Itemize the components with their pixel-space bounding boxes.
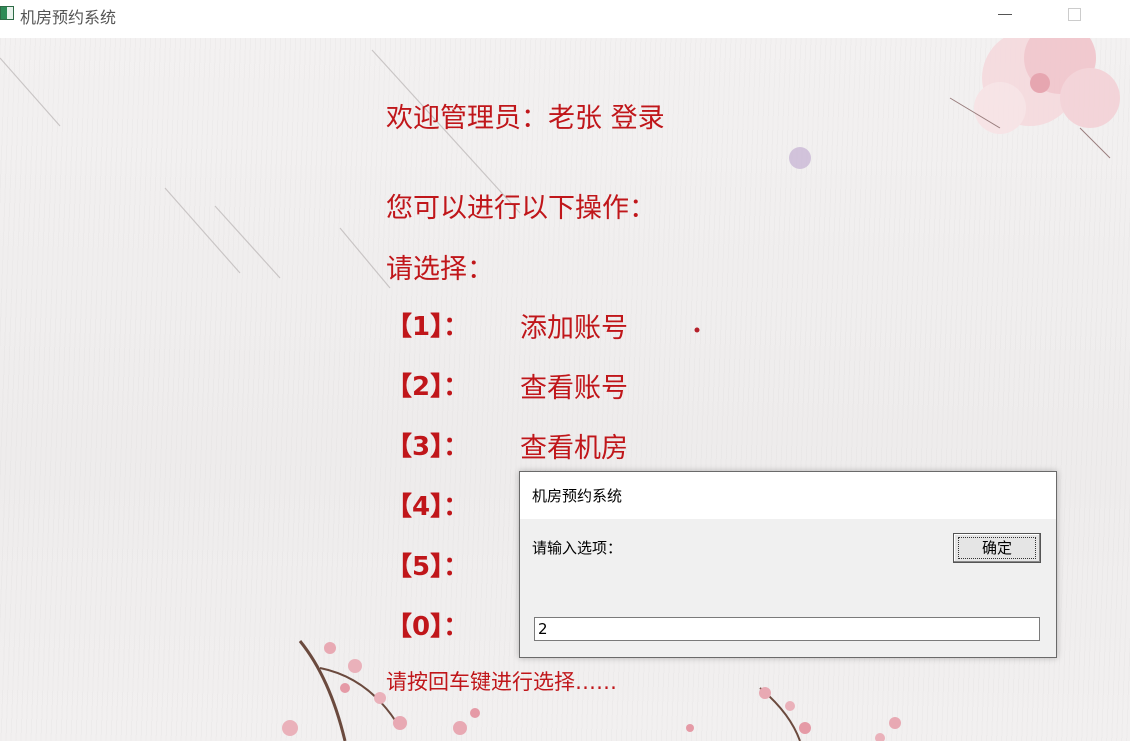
window-titlebar: 机房预约系统 — [0, 0, 1130, 30]
input-dialog: 机房预约系统 请输入选项： 确定 — [519, 471, 1057, 658]
welcome-text: 欢迎管理员：老张 登录 — [386, 103, 665, 134]
maximize-button[interactable] — [1062, 4, 1086, 26]
window-title: 机房预约系统 — [20, 8, 117, 27]
ok-button-label: 确定 — [958, 537, 1036, 559]
menu-label-2: 查看账号 — [520, 373, 628, 404]
choose-prompt: 请选择： — [386, 254, 494, 285]
menu-key-5: 【5】： — [386, 552, 470, 582]
enter-hint: 请按回车键进行选择…… — [386, 670, 617, 694]
minimize-button[interactable] — [988, 4, 1020, 26]
option-input[interactable] — [534, 617, 1040, 641]
menu-label-1: 添加账号 — [520, 313, 628, 344]
menu-key-2: 【2】： — [386, 372, 470, 402]
dialog-title: 机房预约系统 — [532, 487, 623, 505]
operations-prompt: 您可以进行以下操作： — [386, 193, 656, 224]
menu-key-3: 【3】： — [386, 432, 470, 462]
menu-key-0: 【0】： — [386, 612, 470, 642]
menu-key-1: 【1】： — [386, 312, 470, 342]
app-icon — [0, 6, 14, 20]
dialog-titlebar: 机房预约系统 — [520, 472, 1056, 519]
ok-button[interactable]: 确定 — [953, 533, 1041, 563]
menu-label-3: 查看机房 — [520, 433, 628, 464]
menu-key-4: 【4】： — [386, 492, 470, 522]
dialog-prompt: 请输入选项： — [532, 539, 623, 557]
